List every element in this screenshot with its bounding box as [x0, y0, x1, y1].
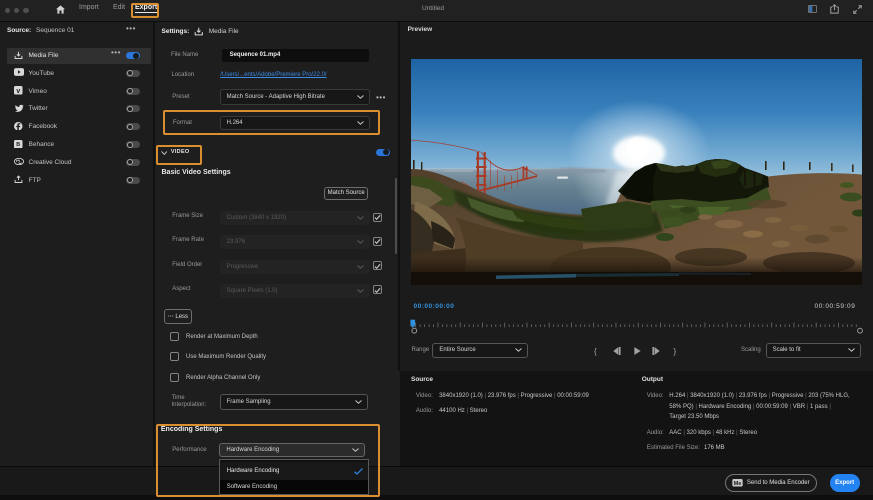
- svg-text:v: v: [16, 88, 20, 95]
- svg-text:Me: Me: [734, 481, 742, 487]
- svg-text:B: B: [16, 142, 20, 148]
